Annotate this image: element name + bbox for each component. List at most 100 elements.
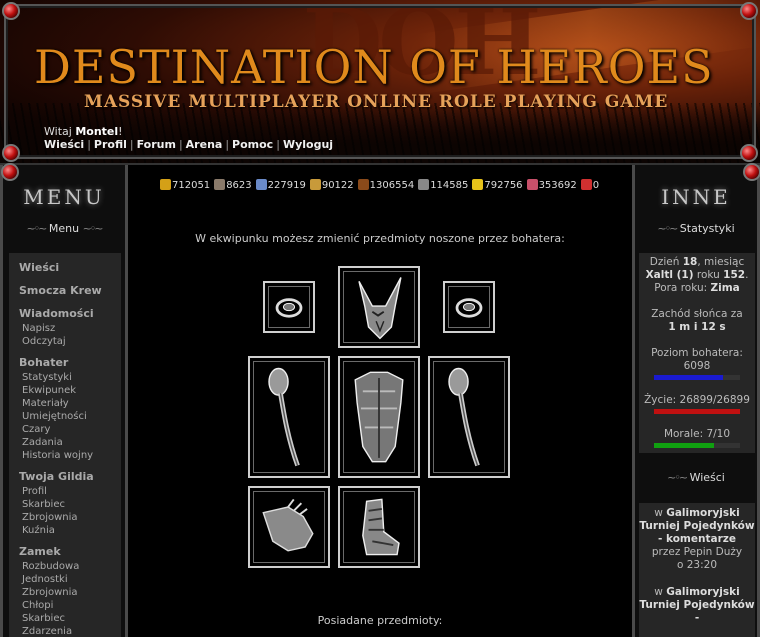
equip-slot-ring-right[interactable] (443, 281, 495, 333)
morale-label: Morale: 7/10 (663, 428, 731, 440)
level-progress-fill (654, 375, 723, 380)
corner-gem-icon (743, 163, 760, 181)
date-prefix: Dzień (649, 256, 683, 268)
menu-item[interactable]: Zadania (9, 436, 121, 449)
menu-item[interactable]: Kuźnia (9, 524, 121, 537)
news-panel: w Galimoryjski Turniej Pojedynków - kome… (639, 503, 755, 637)
population-icon (309, 179, 321, 190)
menu-item[interactable]: Ekwipunek (9, 384, 121, 397)
game-title: Destination of Heroes (34, 40, 714, 94)
sunset-label: Zachód słońca za (651, 308, 743, 320)
news-section-heading: ~◦~ Wieści (635, 471, 757, 484)
menu-item[interactable]: Chłopi (9, 599, 121, 612)
nav-separator: | (87, 138, 91, 151)
season-value: Zima (710, 282, 740, 294)
menu-item[interactable]: Zbrojownia (9, 511, 121, 524)
equip-slot-boots[interactable] (338, 486, 420, 568)
date-year-mid: roku (693, 269, 724, 281)
site-banner: DOH Destination of Heroes Massive Multip… (0, 0, 760, 165)
stats-section-heading: ~◦~ Statystyki (635, 222, 757, 235)
username: Montel (75, 125, 119, 138)
gloves-icon (262, 498, 314, 552)
resource-value: 8623 (226, 180, 252, 191)
corner-gem-icon (740, 144, 758, 162)
flourish-right-icon: ~◦~ (82, 222, 104, 235)
morale-bar (654, 443, 740, 448)
menu-item[interactable]: Skarbiec (9, 612, 121, 625)
resource-counter: 712051 (160, 179, 210, 191)
resource-counter: 0 (580, 179, 599, 191)
menu-section-heading: ~◦~ Menu ~◦~ (3, 222, 125, 235)
equip-slot-weapon-left[interactable] (248, 356, 330, 478)
news-prefix: w (654, 586, 667, 598)
mana-orb-icon (255, 179, 267, 190)
menu-item[interactable]: Historia wojny (9, 449, 121, 462)
menu-item[interactable]: Skarbiec (9, 498, 121, 511)
menu-item[interactable]: Umiejętności (9, 410, 121, 423)
hourglass-icon (214, 179, 226, 190)
menu-item[interactable]: Zdarzenia (9, 625, 121, 637)
equip-slot-armor[interactable] (338, 356, 420, 478)
boots-icon (362, 498, 400, 556)
resource-counter: 353692 (526, 179, 577, 191)
top-navigation: Wieści | Profil | Forum | Arena | Pomoc | Wyloguj (44, 138, 333, 151)
corner-gem-icon (740, 2, 758, 20)
nav-link-help[interactable]: Pomoc (232, 138, 273, 151)
menu-category[interactable]: Wiadomości (9, 299, 121, 322)
equip-slot-gloves[interactable] (248, 486, 330, 568)
equip-slot-helmet[interactable] (338, 266, 420, 348)
equip-slot-weapon-right[interactable] (428, 356, 510, 478)
welcome-suffix: ! (118, 125, 123, 138)
menu-item[interactable]: Materiały (9, 397, 121, 410)
menu-item[interactable]: Jednostki (9, 573, 121, 586)
stats-panel: Dzień 18, miesiąc Xaltl (1) roku 152. Po… (639, 253, 755, 453)
resource-counter: 792756 (472, 179, 523, 191)
welcome-text: Witaj Montel! (44, 125, 123, 138)
sulfur-icon (472, 179, 484, 190)
news-item: w Galimoryjski Turniej Pojedynków - (639, 572, 755, 625)
mace-icon (268, 367, 300, 467)
news-author: przez Pepin Duży (651, 546, 743, 558)
menu-item[interactable]: Profil (9, 485, 121, 498)
menu-category[interactable]: Wieści (9, 253, 121, 276)
flourish-left-icon: ~◦~ (657, 222, 678, 235)
game-subtitle: Massive Multiplayer Online Role Playing … (84, 92, 669, 112)
season-label: Pora roku: (654, 282, 711, 294)
menu-item[interactable]: Napisz (9, 322, 121, 335)
menu-item[interactable]: Zbrojownia (9, 586, 121, 599)
menu-category[interactable]: Zamek (9, 537, 121, 560)
menu-category[interactable]: Bohater (9, 348, 121, 371)
menu-category[interactable]: Twoja Gildia (9, 462, 121, 485)
armor-icon (354, 371, 404, 463)
main-menu: Wieści Smocza Krew Wiadomości Napisz Odczyta… (9, 253, 121, 637)
date-year-suffix: . (745, 269, 749, 281)
level-progress-bar (654, 375, 740, 380)
nav-separator: | (276, 138, 280, 151)
welcome-prefix: Witaj (44, 125, 76, 138)
menu-category[interactable]: Smocza Krew (9, 276, 121, 299)
stone-icon (418, 179, 430, 190)
nav-link-arena[interactable]: Arena (186, 138, 223, 151)
nav-link-logout[interactable]: Wyloguj (283, 138, 333, 151)
nav-link-profile[interactable]: Profil (94, 138, 127, 151)
mace-icon (448, 367, 480, 467)
resource-value: 227919 (267, 180, 306, 191)
menu-item[interactable]: Czary (9, 423, 121, 436)
other-heading: INNE (661, 185, 731, 209)
menu-item[interactable]: Odczytaj (9, 335, 121, 348)
corner-gem-icon (2, 144, 20, 162)
resource-value: 1306554 (369, 180, 415, 191)
menu-item[interactable]: Rozbudowa (9, 560, 121, 573)
menu-item[interactable]: Statystyki (9, 371, 121, 384)
resource-value: 353692 (538, 180, 577, 191)
resource-bar: 712051 8623 227919 90122 1306554 114585 792756… (160, 179, 630, 193)
nav-link-news[interactable]: Wieści (44, 138, 84, 151)
news-time: o 23:20 (676, 559, 718, 571)
season: Pora roku: Zima (639, 282, 755, 295)
resource-value: 792756 (484, 180, 523, 191)
helmet-icon (358, 277, 402, 340)
nav-link-forum[interactable]: Forum (137, 138, 176, 151)
equip-slot-ring-left[interactable] (263, 281, 315, 333)
corner-gem-icon (2, 2, 20, 20)
gems-icon (526, 179, 538, 190)
